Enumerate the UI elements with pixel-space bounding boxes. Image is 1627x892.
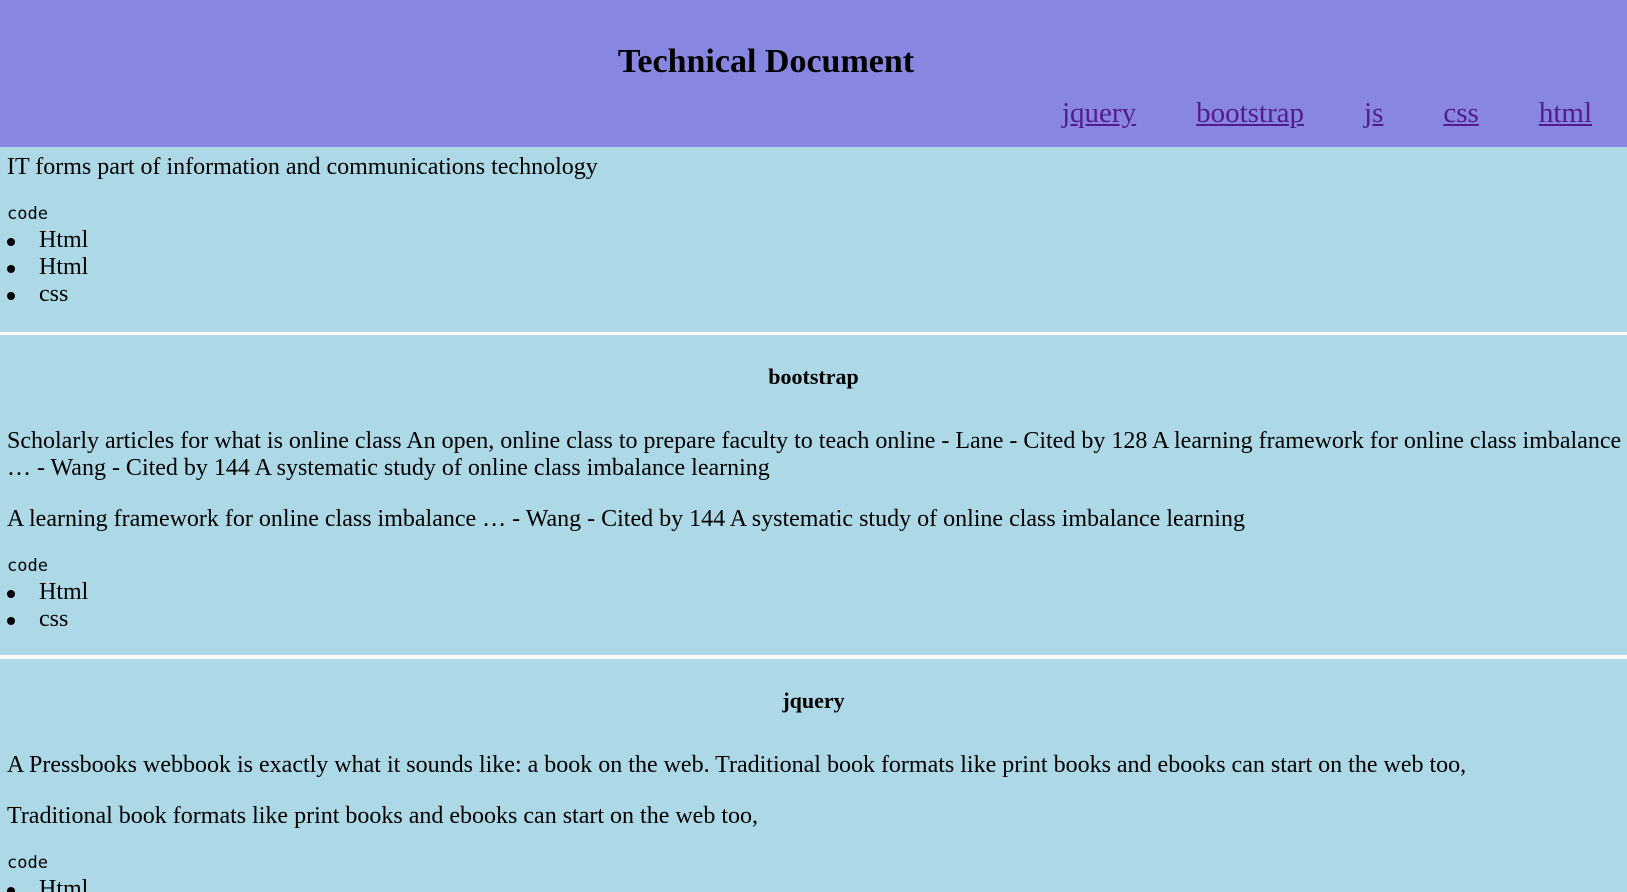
nav-link-bootstrap[interactable]: bootstrap: [1196, 96, 1304, 130]
section-paragraph: A Pressbooks webbook is exactly what it …: [7, 752, 1467, 778]
list-item: css: [0, 281, 88, 308]
list-item-label: Html: [39, 227, 89, 253]
section-paragraph: Traditional book formats like print book…: [7, 803, 758, 829]
bullet-icon: [7, 265, 15, 273]
list-item: Html: [0, 227, 88, 254]
jquery-list: Html: [0, 876, 88, 892]
jquery-section: jquery A Pressbooks webbook is exactly w…: [0, 659, 1627, 892]
bullet-icon: [7, 887, 15, 892]
bullet-icon: [7, 590, 15, 598]
list-item: Html: [0, 876, 88, 892]
code-label: code: [7, 556, 48, 576]
section-heading: bootstrap: [768, 364, 859, 389]
list-item-label: Html: [39, 254, 89, 280]
section-heading: jquery: [782, 688, 845, 713]
page-title: Technical Document: [617, 43, 915, 80]
intro-section: IT forms part of information and communi…: [0, 147, 1627, 332]
nav-link-html[interactable]: html: [1539, 96, 1592, 130]
list-item: Html: [0, 579, 88, 606]
nav-link-js[interactable]: js: [1364, 96, 1383, 130]
intro-list: Html Html css: [0, 227, 88, 308]
nav-link-css[interactable]: css: [1443, 96, 1478, 130]
code-label: code: [7, 853, 48, 873]
nav-link-jquery[interactable]: jquery: [1062, 96, 1136, 130]
bootstrap-section: bootstrap Scholarly articles for what is…: [0, 335, 1627, 655]
bullet-icon: [7, 617, 15, 625]
section-paragraph: A learning framework for online class im…: [7, 506, 1245, 532]
bullet-icon: [7, 292, 15, 300]
intro-text: IT forms part of information and communi…: [7, 154, 598, 180]
bootstrap-list: Html css: [0, 579, 88, 633]
list-item-label: css: [39, 606, 69, 632]
list-item-label: Html: [39, 579, 89, 605]
code-label: code: [7, 204, 48, 224]
list-item-label: Html: [39, 876, 89, 892]
section-paragraph: Scholarly articles for what is online cl…: [7, 428, 1622, 481]
nav-bar: jquery bootstrap js css html: [1002, 96, 1592, 130]
list-item-label: css: [39, 281, 69, 307]
section-divider: [0, 655, 1627, 658]
site-header: Technical Document jquery bootstrap js c…: [0, 0, 1627, 147]
list-item: css: [0, 606, 88, 633]
bullet-icon: [7, 238, 15, 246]
page: Technical Document jquery bootstrap js c…: [0, 0, 1627, 892]
list-item: Html: [0, 254, 88, 281]
